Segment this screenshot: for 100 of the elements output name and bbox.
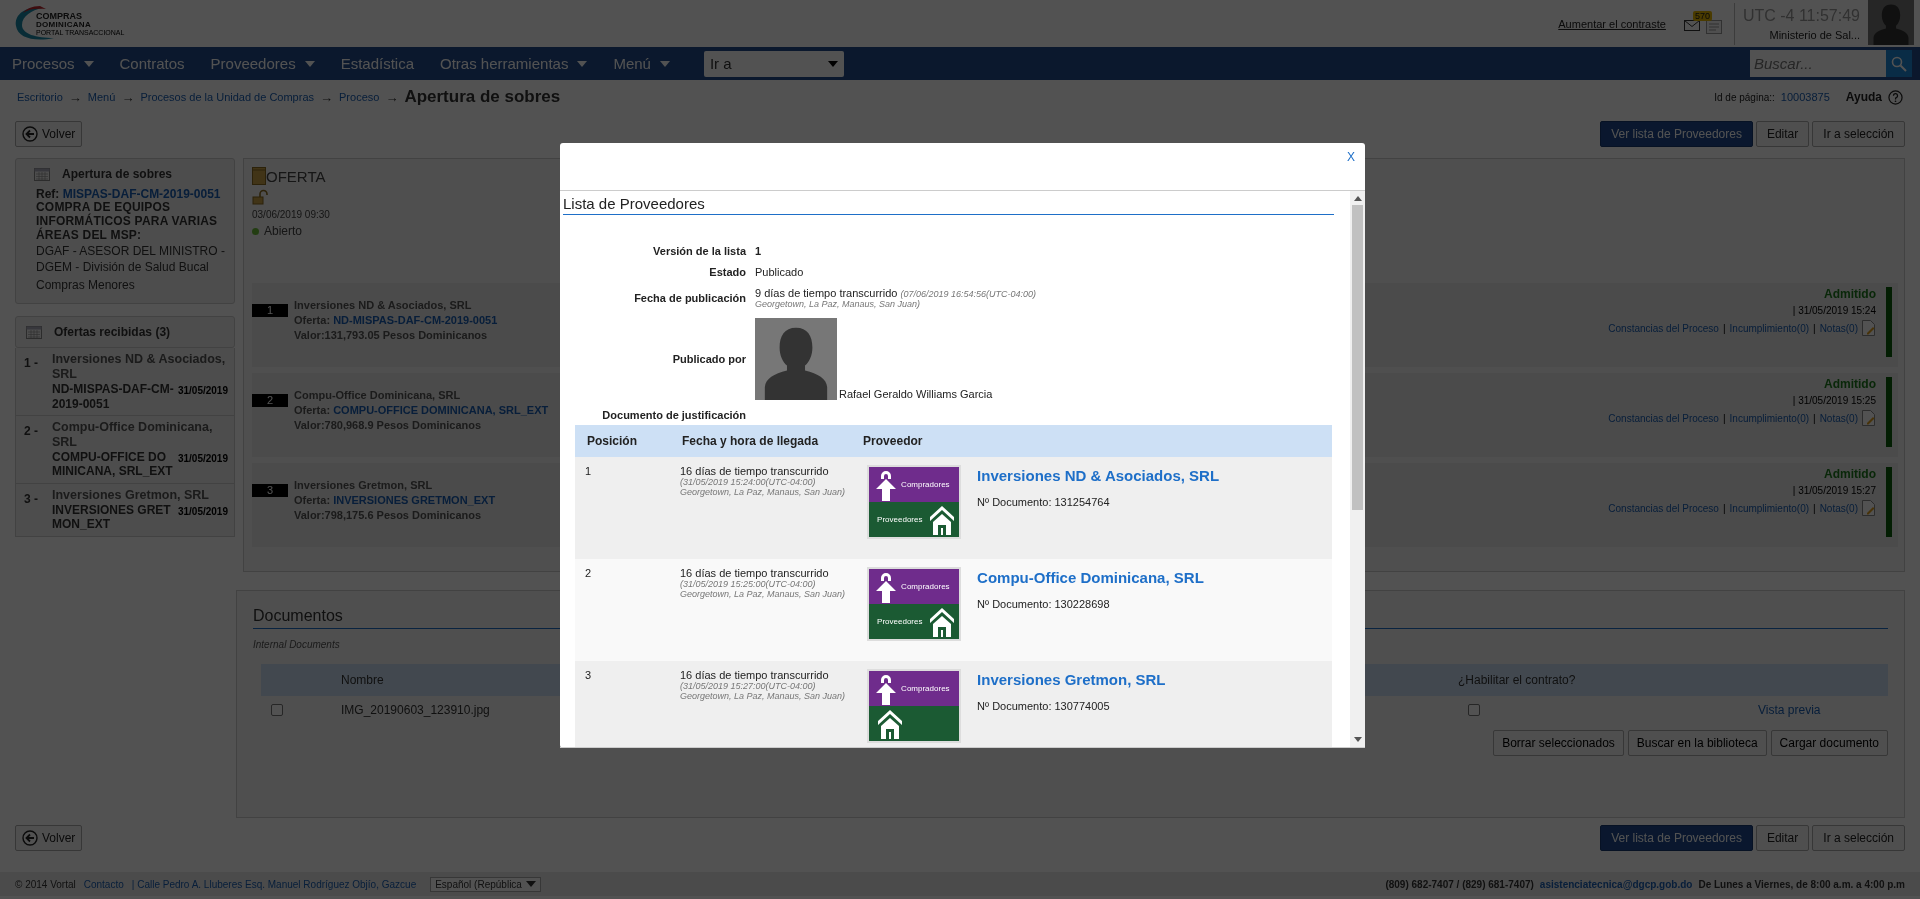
offer-link[interactable]: ND-MISPAS-DAF-CM-2019-0051 <box>333 314 498 326</box>
back-button[interactable]: Volver <box>15 121 83 147</box>
offer-action-link[interactable]: Incumplimiento(0) <box>1729 412 1810 424</box>
nav-menu-item[interactable]: Contratos <box>119 55 185 72</box>
offer-link[interactable]: COMPU-OFFICE DOMINICANA, SRL_EXT <box>333 404 549 416</box>
supplier-link[interactable]: Inversiones ND & Asociados, SRL <box>977 467 1326 484</box>
mail-icon[interactable] <box>1683 19 1700 31</box>
position-cell: 1 <box>585 465 592 477</box>
note-edit-icon[interactable] <box>1862 500 1876 516</box>
date-detail: (07/06/2019 16:54:56(UTC-04:00) <box>900 289 1037 299</box>
reference-link[interactable]: MISPAS-DAF-CM-2019-0051 <box>62 187 221 201</box>
offer-link[interactable]: INVERSIONES GRETMON_EXT <box>333 494 496 506</box>
action-button[interactable]: Ver lista de Proveedores <box>1600 825 1753 851</box>
dialog-title: Lista de Proveedores <box>563 195 1334 215</box>
column-header: Fecha y hora de llegada <box>670 425 852 457</box>
avatar-icon <box>1868 0 1914 45</box>
action-button[interactable]: Editar <box>1755 121 1810 147</box>
breadcrumb-link[interactable]: Procesos de la Unidad de Compras <box>140 91 315 103</box>
offer-action-link[interactable]: Notas(0) <box>1819 412 1858 424</box>
offer-action-link[interactable]: Incumplimiento(0) <box>1729 322 1810 334</box>
row-checkbox[interactable] <box>271 704 283 716</box>
item-number: 1 - <box>24 355 39 373</box>
scrollbar[interactable] <box>1350 191 1365 747</box>
document-list-icon[interactable] <box>1705 19 1722 34</box>
breadcrumb-link[interactable]: Menú <box>87 91 116 103</box>
field-label: Fecha de publicación <box>633 292 746 304</box>
preview-link[interactable]: Vista previa <box>1758 703 1821 717</box>
supplier-link[interactable]: Inversiones Gretmon, SRL <box>977 671 1326 688</box>
offer-action-link[interactable]: Constancias del Proceso <box>1608 502 1719 514</box>
logo-text: Proveedores <box>877 515 923 524</box>
house-icon <box>929 504 956 535</box>
avatar-icon <box>755 318 837 400</box>
process-type: Compras Menores <box>36 277 136 294</box>
back-button[interactable]: Volver <box>15 825 83 851</box>
nav-menu-item[interactable]: Estadística <box>340 55 414 72</box>
note-edit-icon[interactable] <box>1862 320 1876 336</box>
link-separator: | <box>1722 502 1726 514</box>
enable-contract-checkbox[interactable] <box>1468 704 1480 716</box>
action-button[interactable]: Editar <box>1755 825 1810 851</box>
status-text: Admitido <box>1824 377 1876 391</box>
contrast-link[interactable]: Aumentar el contraste <box>1558 17 1666 30</box>
language-dropdown[interactable]: Español (República <box>430 876 541 892</box>
email-link[interactable]: asistenciatecnica@dgcp.gob.do <box>1539 878 1693 890</box>
reference-label: Ref: <box>36 187 60 201</box>
action-button[interactable]: Ver lista de Proveedores <box>1600 121 1753 147</box>
position-cell: 2 <box>585 567 592 579</box>
position-badge: 1 <box>252 304 288 317</box>
caret-icon <box>525 881 536 887</box>
nav-menu-item[interactable]: Otras herramientas <box>440 55 588 72</box>
nav-menu-item[interactable]: Menú <box>613 55 670 72</box>
close-button[interactable]: X <box>1347 149 1355 165</box>
item-number: 2 - <box>24 422 39 440</box>
breadcrumb-link[interactable]: Escritorio <box>17 91 63 103</box>
card-title: Apertura de sobres <box>62 167 173 181</box>
offer-date: 31/05/2019 <box>177 452 228 465</box>
position-badge: 2 <box>252 394 288 407</box>
file-name: IMG_20190603_123910.jpg <box>341 703 490 717</box>
field-label: Versión de la lista <box>652 245 746 257</box>
offer-action-link[interactable]: Incumplimiento(0) <box>1729 502 1810 514</box>
document-action-button[interactable]: Borrar seleccionados <box>1493 730 1624 756</box>
breadcrumb-link[interactable]: Proceso <box>339 91 380 103</box>
calendar-icon <box>34 167 50 181</box>
help-link[interactable]: Ayuda <box>1845 90 1882 104</box>
logo-text: Compradores <box>901 582 950 591</box>
logo-text: Proveedores <box>877 617 923 626</box>
action-button[interactable]: Ir a selección <box>1812 121 1905 147</box>
arrow-icon <box>875 468 898 501</box>
offer-action-link[interactable]: Notas(0) <box>1819 502 1858 514</box>
offer-action-link[interactable]: Constancias del Proceso <box>1608 412 1719 424</box>
time-zone-text: Georgetown, La Paz, Manaus, San Juan) <box>680 589 846 599</box>
position-badge: 3 <box>252 484 288 497</box>
position-cell: 3 <box>585 669 592 681</box>
page-id-link[interactable]: 10003875 <box>1780 91 1830 103</box>
help-icon[interactable] <box>1888 89 1903 105</box>
elapsed-time: 16 días de tiempo transcurrido <box>680 465 830 477</box>
document-number: Nº Documento: 130228698 <box>977 598 1111 610</box>
note-edit-icon[interactable] <box>1862 410 1876 426</box>
timestamp: | 31/05/2019 15:27 <box>1792 485 1876 496</box>
nav-menu-item[interactable]: Proveedores <box>210 55 315 72</box>
unit-text: DGAF - ASESOR DEL MINISTRO - DGEM - División de Salud Bucal <box>36 244 226 276</box>
document-action-button[interactable]: Buscar en la biblioteca <box>1627 730 1767 756</box>
document-action-button[interactable]: Cargar documento <box>1770 730 1888 756</box>
contact-link[interactable]: Contacto <box>83 878 124 890</box>
offer-action-link[interactable]: Notas(0) <box>1819 322 1858 334</box>
action-button[interactable]: Ir a selección <box>1812 825 1905 851</box>
unread-count-badge: 570 <box>1692 10 1712 21</box>
field-value: 9 días de tiempo transcurrido (07/06/2019 16:54:56(UTC-04:00) <box>755 287 1038 299</box>
offer-action-link[interactable]: Constancias del Proceso <box>1608 322 1719 334</box>
link-separator: | <box>1813 502 1816 514</box>
nav-menu-item[interactable]: Procesos <box>12 55 94 72</box>
search-button[interactable] <box>1886 50 1912 77</box>
publisher-name: Rafael Geraldo Williams Garcia <box>839 388 993 400</box>
list-title: Ofertas recibidas (3) <box>54 325 171 340</box>
supplier-link[interactable]: Compu-Office Dominicana, SRL <box>977 569 1326 586</box>
logo-text: COMPRAS <box>36 11 83 21</box>
time-zone-text: Georgetown, La Paz, Manaus, San Juan) <box>680 487 846 497</box>
goto-dropdown[interactable]: Ir a <box>703 50 844 77</box>
address-link[interactable]: | Calle Pedro A. Lluberes Esq. Manuel Rodríguez Objío, Gazcue <box>131 878 417 890</box>
organization-name: Ministerio de Sal... <box>1769 28 1860 41</box>
time-zone-text: Georgetown, La Paz, Manaus, San Juan) <box>755 299 922 309</box>
